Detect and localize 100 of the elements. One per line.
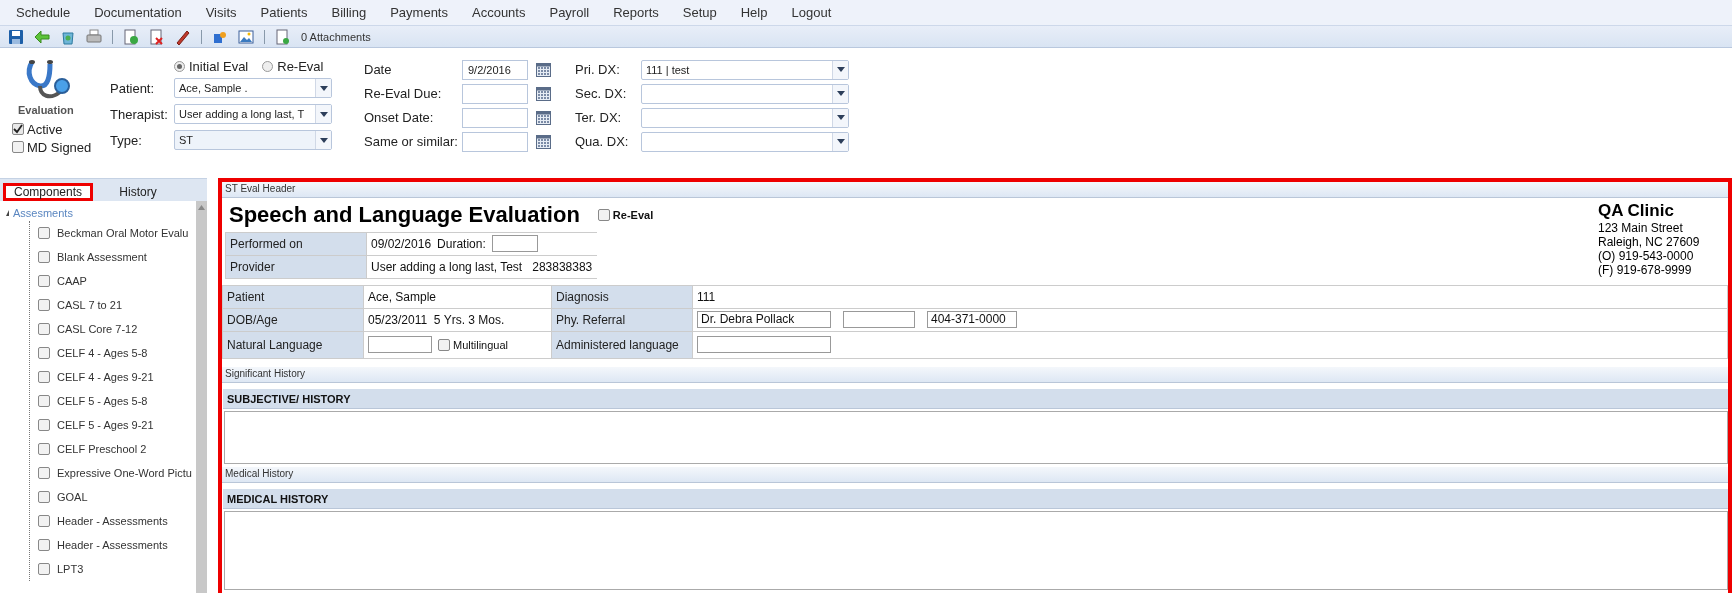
text-field[interactable] (697, 336, 831, 354)
date-field[interactable] (462, 131, 528, 152)
checkbox[interactable] (12, 141, 24, 153)
tree-item[interactable]: CASL Core 7-12 (57, 323, 138, 335)
menu-item[interactable]: Patients (248, 5, 320, 20)
checkbox[interactable] (38, 419, 50, 431)
table-label: Patient (223, 285, 363, 308)
dropdown[interactable] (641, 83, 849, 104)
checkbox[interactable] (438, 338, 450, 351)
checkbox[interactable] (38, 371, 50, 383)
scrollbar[interactable] (196, 201, 207, 593)
text-field[interactable]: Dr. Debra Pollack (697, 311, 831, 329)
menu-item[interactable]: Payments (378, 5, 460, 20)
checkbox[interactable] (38, 515, 50, 527)
checkbox[interactable] (38, 323, 50, 335)
menu-item[interactable]: Accounts (460, 5, 538, 20)
back-arrow-icon[interactable] (34, 28, 50, 45)
field-label: Therapist: (110, 106, 169, 122)
caret-icon (319, 85, 328, 91)
table-label: Provider (226, 255, 366, 278)
text-area[interactable] (224, 510, 1728, 590)
tab[interactable]: History (93, 183, 183, 201)
menu-item[interactable]: Setup (670, 5, 729, 20)
document-delete-icon[interactable] (149, 28, 165, 45)
menu-item[interactable]: Schedule (4, 5, 83, 20)
menu-item[interactable]: Help (728, 5, 780, 20)
menu-item[interactable]: Documentation (82, 5, 194, 20)
tree-item[interactable]: CELF 4 - Ages 5-8 (57, 347, 148, 359)
radio-button[interactable] (262, 60, 274, 72)
field-label: Date (364, 62, 393, 77)
duration-field[interactable] (491, 235, 538, 253)
tab[interactable]: Components (3, 183, 93, 201)
text-field[interactable] (368, 336, 432, 354)
image-icon[interactable] (238, 28, 254, 45)
checkbox[interactable] (38, 251, 50, 263)
checkbox[interactable] (38, 467, 50, 479)
dropdown[interactable]: User adding a long last, T (174, 104, 332, 124)
field-label: Ter. DX: (575, 110, 623, 125)
radio-button[interactable] (174, 60, 185, 72)
dropdown[interactable] (641, 131, 849, 152)
radio-label: Initial Eval (189, 58, 249, 74)
menu-item[interactable]: Logout (779, 5, 844, 20)
text-area[interactable] (224, 410, 1728, 465)
checkbox[interactable] (38, 299, 50, 311)
checkbox[interactable] (38, 539, 50, 551)
scroll-up-icon[interactable] (198, 205, 205, 210)
date-field[interactable] (462, 107, 528, 128)
tree-item[interactable]: Header - Assessments (57, 515, 168, 527)
section-heading: MEDICAL HISTORY (223, 488, 1728, 509)
tree-item[interactable]: CELF 4 - Ages 9-21 (57, 371, 154, 383)
field-label: Duration: (437, 236, 486, 251)
dropdown[interactable]: ST (174, 130, 332, 150)
tree-node[interactable]: Assesments (13, 207, 73, 219)
tree-item[interactable]: CASL 7 to 21 (57, 299, 123, 311)
calendar-icon[interactable] (536, 62, 551, 77)
dropdown[interactable]: Ace, Sample . (174, 78, 332, 98)
tree-item[interactable]: CELF 5 - Ages 9-21 (57, 419, 154, 431)
menu-item[interactable]: Reports (601, 5, 671, 20)
tree-item[interactable]: Expressive One-Word Pictu (57, 467, 192, 479)
tree-item[interactable]: CELF 5 - Ages 5-8 (57, 395, 148, 407)
pen-icon[interactable] (175, 28, 191, 45)
checkbox[interactable] (38, 563, 50, 575)
tree-item[interactable]: GOAL (57, 491, 88, 503)
checkbox[interactable] (38, 347, 50, 359)
dropdown[interactable] (641, 107, 849, 128)
expand-icon[interactable] (6, 210, 9, 216)
attachment-icon[interactable] (275, 28, 291, 45)
text-field[interactable]: 404-371-0000 (927, 311, 1017, 329)
checkbox[interactable] (38, 491, 50, 503)
field-label: Onset Date: (364, 110, 435, 125)
menu-item[interactable]: Visits (193, 5, 249, 20)
text-field[interactable] (843, 311, 915, 329)
caret-icon (319, 111, 328, 117)
checkbox[interactable] (38, 275, 50, 287)
checkbox[interactable] (38, 227, 50, 239)
date-field[interactable] (462, 83, 528, 104)
tree-item[interactable]: Header - Assessments (57, 539, 168, 551)
table-cell: Ace, Sample (368, 289, 437, 304)
menu-item[interactable]: Billing (319, 5, 379, 20)
tree-item[interactable]: Blank Assessment (57, 251, 147, 263)
printer-icon[interactable] (86, 28, 102, 45)
checkbox[interactable] (12, 123, 24, 135)
tree-item[interactable]: LPT3 (57, 563, 84, 575)
field-label: Re-Eval Due: (364, 86, 443, 101)
calendar-icon[interactable] (536, 86, 551, 101)
table-cell: 09/02/2016 (371, 236, 432, 251)
tree-item[interactable]: CAAP (57, 275, 87, 287)
tree-item[interactable]: CELF Preschool 2 (57, 443, 147, 455)
checkbox[interactable] (38, 443, 50, 455)
menu-item[interactable]: Payroll (537, 5, 602, 20)
document-check-icon[interactable] (123, 28, 139, 45)
date-field[interactable]: 9/2/2016 (462, 59, 528, 80)
tree-item[interactable]: Beckman Oral Motor Evalu (57, 227, 189, 239)
calendar-icon[interactable] (536, 110, 551, 125)
save-icon[interactable] (8, 28, 24, 45)
checkbox[interactable] (597, 208, 610, 221)
calendar-icon[interactable] (536, 134, 551, 149)
dropdown[interactable]: 111 | test (641, 59, 849, 80)
attachments-count[interactable]: 0 Attachments (301, 30, 371, 43)
checkbox[interactable] (38, 395, 50, 407)
